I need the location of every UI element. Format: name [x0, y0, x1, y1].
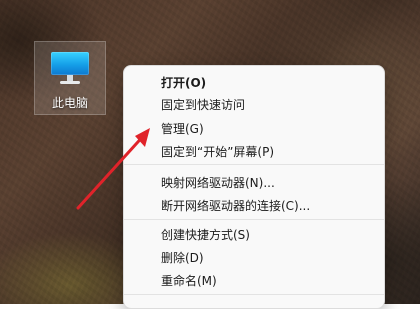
desktop-icon-label: 此电脑: [51, 96, 88, 110]
menu-item-pin-quick-access[interactable]: 固定到快速访问: [128, 93, 380, 117]
this-pc-desktop-icon[interactable]: 此电脑: [34, 41, 106, 115]
menu-item-create-shortcut[interactable]: 创建快捷方式(S): [128, 223, 380, 247]
monitor-icon: [49, 51, 91, 85]
menu-item-pin-start[interactable]: 固定到“开始”屏幕(P): [128, 140, 380, 164]
menu-item-manage[interactable]: 管理(G): [128, 117, 380, 141]
menu-item-open[interactable]: 打开(O): [128, 71, 380, 95]
menu-item-delete[interactable]: 删除(D): [128, 246, 380, 270]
menu-separator-2: [124, 219, 384, 220]
context-menu: 打开(O) 固定到快速访问 管理(G) 固定到“开始”屏幕(P) 映射网络驱动器…: [123, 65, 385, 309]
menu-separator-1: [124, 164, 384, 165]
menu-separator-3: [124, 294, 384, 295]
menu-item-disconnect-network-drive[interactable]: 断开网络驱动器的连接(C)...: [128, 194, 380, 218]
menu-item-rename[interactable]: 重命名(M): [128, 269, 380, 293]
monitor-screen: [51, 52, 89, 75]
menu-item-map-network-drive[interactable]: 映射网络驱动器(N)...: [128, 171, 380, 195]
monitor-stand-base: [60, 81, 80, 84]
